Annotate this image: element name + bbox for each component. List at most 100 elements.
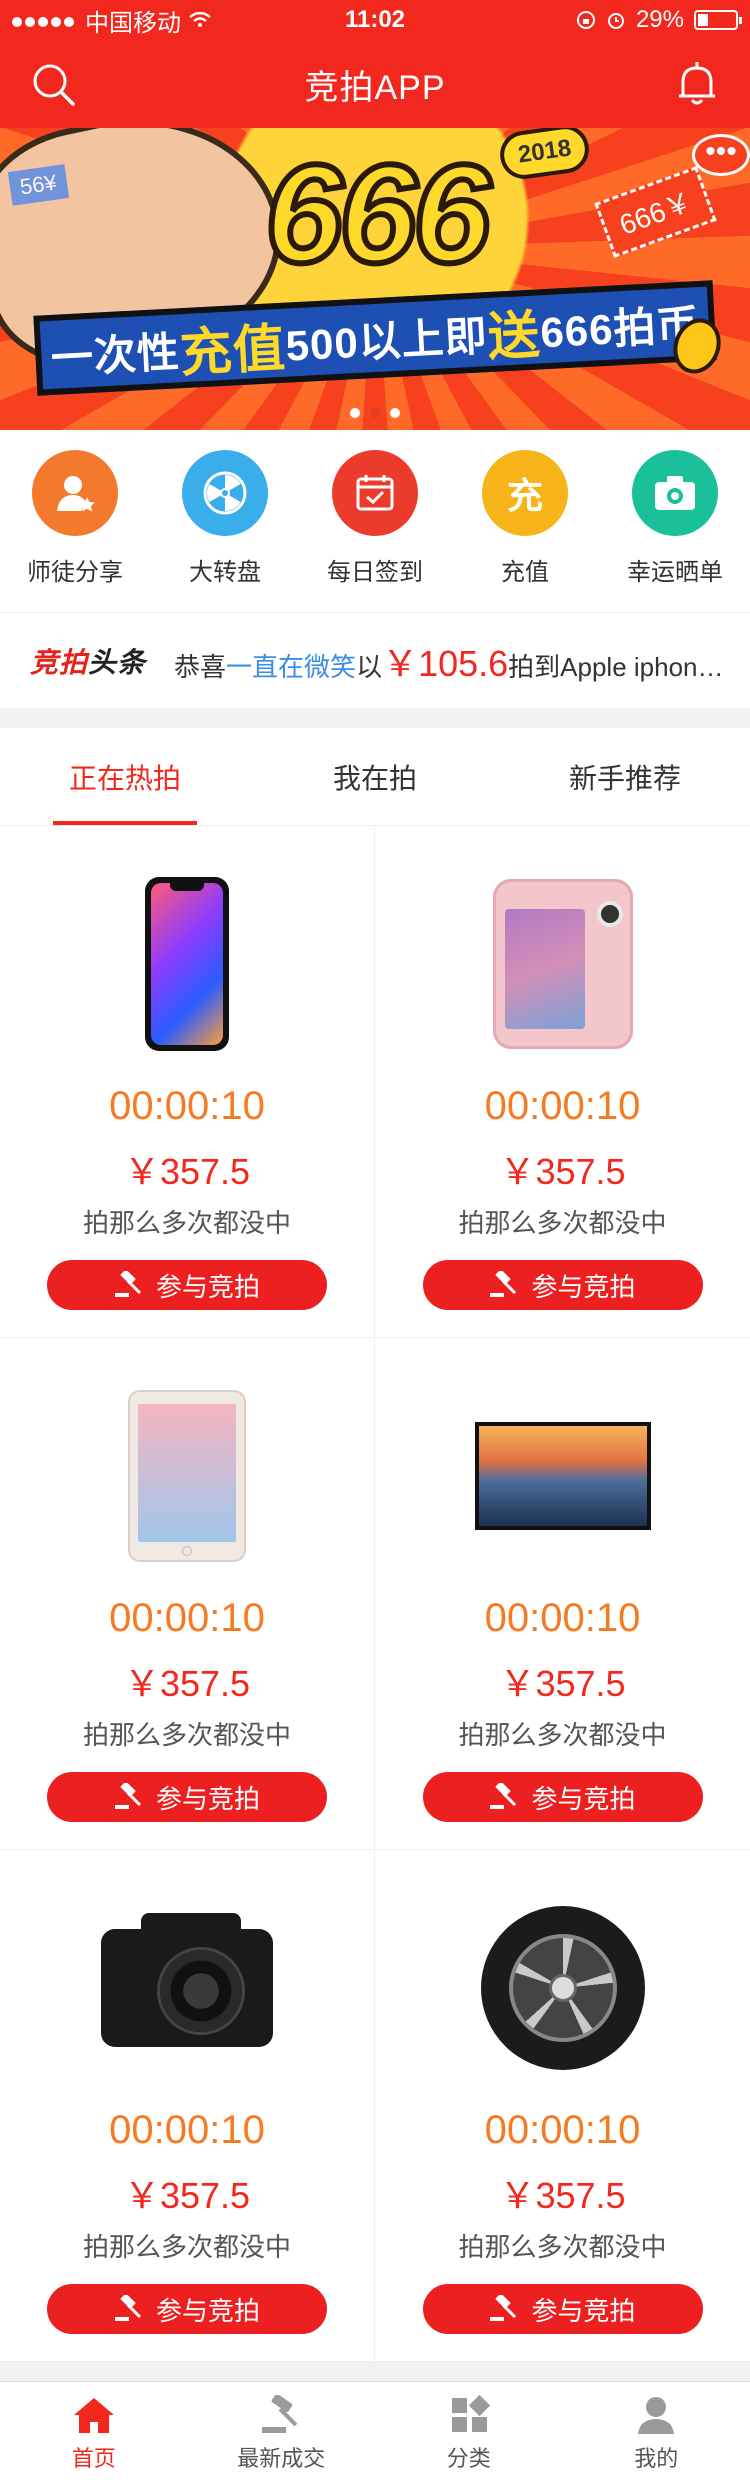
tabbar-latest-deals[interactable]: 最新成交	[188, 2382, 376, 2485]
news-ticker[interactable]: 竞拍头条 恭喜一直在微笑以￥105.6拍到Apple iphone X	[0, 612, 750, 708]
product-card[interactable]: 00:00:10 ￥357.5 拍那么多次都没中 参与竞拍	[375, 826, 750, 1338]
product-card[interactable]: 00:00:10 ￥357.5 拍那么多次都没中 参与竞拍	[375, 1338, 750, 1850]
status-bar: 中国移动 11:02 29%	[0, 0, 750, 40]
tabbar-profile[interactable]: 我的	[563, 2382, 750, 2485]
gavel-icon	[490, 1271, 517, 1297]
bid-button-label: 参与竞拍	[155, 1783, 260, 1814]
wifi-icon	[189, 12, 211, 27]
tab-my-bidding[interactable]: 我在拍	[250, 728, 500, 825]
menu-item-showcase[interactable]: 幸运晒单	[600, 450, 750, 587]
gavel-icon	[262, 2394, 298, 2433]
banner-pager[interactable]	[0, 408, 750, 418]
product-card[interactable]: 00:00:10 ￥357.5 拍那么多次都没中 参与竞拍	[0, 1338, 375, 1850]
tabbar-label: 我的	[634, 2445, 679, 2471]
battery-percent: 29%	[635, 6, 684, 33]
product-grid: 00:00:10 ￥357.5 拍那么多次都没中 参与竞拍 00:00:10 ￥…	[0, 826, 750, 2362]
carrier-label: 中国移动	[85, 9, 181, 37]
countdown-timer: 00:00:10	[484, 1084, 641, 1128]
bid-button-label: 参与竞拍	[531, 1783, 636, 1814]
news-logo-part: 头条	[88, 646, 147, 678]
bid-button[interactable]: 参与竞拍	[47, 1772, 327, 1822]
product-image-iphone[interactable]	[0, 864, 374, 1064]
product-price: ￥357.5	[123, 2175, 251, 2216]
status-time: 11:02	[344, 6, 406, 33]
countdown-timer: 00:00:10	[109, 1596, 265, 1640]
news-text: 恭喜一直在微笑以￥105.6拍到Apple iphone X	[174, 635, 734, 687]
nav-bar: 竞拍APP	[0, 40, 750, 128]
menu-label: 大转盘	[189, 559, 261, 586]
menu-label: 充值	[501, 559, 549, 586]
category-tabs: 正在热拍 我在拍 新手推荐	[0, 728, 750, 826]
slogan-highlight: 送	[486, 305, 543, 367]
menu-item-checkin[interactable]: 每日签到	[300, 450, 450, 587]
product-image-ipad[interactable]	[0, 1376, 374, 1576]
gavel-icon	[490, 2295, 517, 2321]
slogan-part: 500以上即	[284, 311, 489, 370]
calendar-check-icon	[332, 450, 418, 536]
gavel-icon	[490, 1783, 517, 1809]
product-desc: 拍那么多次都没中	[458, 2232, 667, 2262]
bid-button[interactable]: 参与竞拍	[422, 1772, 703, 1822]
product-desc: 拍那么多次都没中	[82, 1720, 291, 1750]
product-image-tire[interactable]	[375, 1888, 750, 2088]
wheel-icon	[182, 450, 268, 536]
search-icon[interactable]	[28, 59, 78, 109]
gavel-icon	[114, 2295, 142, 2321]
camera-icon	[632, 450, 718, 536]
tabbar-label: 首页	[71, 2445, 116, 2471]
profile-icon	[638, 2396, 675, 2434]
product-price: ￥357.5	[499, 1663, 626, 1704]
pager-dot-active[interactable]	[370, 408, 380, 418]
product-price: ￥357.5	[123, 1151, 251, 1192]
product-image-camera[interactable]	[0, 1888, 374, 2088]
bell-icon[interactable]	[672, 59, 722, 109]
menu-label: 幸运晒单	[627, 559, 723, 586]
lock-rotation-icon	[576, 11, 595, 29]
tabbar-label: 分类	[446, 2445, 491, 2471]
pager-dot[interactable]	[390, 408, 400, 418]
promo-banner[interactable]: 56¥ 666 2018 ••• 666￥ 一次性 充值 500以上即 送 66…	[0, 128, 750, 430]
news-logo: 竞拍头条	[30, 641, 146, 681]
bid-button-label: 参与竞拍	[155, 1271, 260, 1302]
product-card[interactable]: 00:00:10 ￥357.5 拍那么多次都没中 参与竞拍	[0, 826, 375, 1338]
menu-item-recharge[interactable]: 充 充值	[450, 450, 600, 587]
banner-year: 2018	[497, 128, 593, 182]
battery-icon	[694, 10, 742, 30]
user-star-icon	[32, 450, 118, 536]
product-image-tv[interactable]	[375, 1376, 750, 1576]
menu-item-wheel[interactable]: 大转盘	[150, 450, 300, 587]
bid-button[interactable]: 参与竞拍	[422, 1260, 703, 1310]
tabbar-home[interactable]: 首页	[0, 2382, 188, 2485]
product-desc: 拍那么多次都没中	[82, 1208, 291, 1238]
recharge-icon: 充	[482, 450, 568, 536]
slogan-highlight: 充值	[178, 319, 288, 383]
product-image-pink-phone[interactable]	[375, 864, 750, 1064]
product-price: ￥357.5	[499, 2175, 626, 2216]
countdown-timer: 00:00:10	[484, 2108, 641, 2152]
bid-button[interactable]: 参与竞拍	[422, 2284, 703, 2334]
pager-dot[interactable]	[350, 408, 360, 418]
tab-newbie[interactable]: 新手推荐	[500, 728, 750, 825]
news-suffix: 拍到Apple iphone X	[508, 651, 735, 682]
product-price: ￥357.5	[123, 1663, 251, 1704]
bid-button[interactable]: 参与竞拍	[47, 2284, 327, 2334]
bid-button-label: 参与竞拍	[155, 2295, 260, 2326]
recharge-glyph: 充	[506, 475, 543, 516]
product-desc: 拍那么多次都没中	[458, 1208, 667, 1238]
menu-item-share[interactable]: 师徒分享	[0, 450, 150, 587]
product-card[interactable]: 00:00:10 ￥357.5 拍那么多次都没中 参与竞拍	[375, 1850, 750, 2362]
bid-button[interactable]: 参与竞拍	[47, 1260, 327, 1310]
news-prefix: 恭喜	[174, 651, 227, 682]
product-card[interactable]: 00:00:10 ￥357.5 拍那么多次都没中 参与竞拍	[0, 1850, 375, 2362]
tabbar-category[interactable]: 分类	[375, 2382, 563, 2485]
bid-button-label: 参与竞拍	[531, 1271, 636, 1302]
news-logo-part: 竞拍	[30, 646, 89, 678]
slogan-part: 一次性	[49, 327, 182, 382]
quick-menu: 师徒分享 大转盘 每日签到 充 充值 幸运晒单	[0, 430, 750, 612]
home-icon	[73, 2397, 114, 2433]
tabbar-label: 最新成交	[237, 2445, 326, 2471]
countdown-timer: 00:00:10	[109, 2108, 265, 2152]
bottom-tab-bar: 首页 最新成交 分类 我的	[0, 2381, 750, 2485]
tab-hot-auction[interactable]: 正在热拍	[0, 728, 250, 825]
signal-icon	[12, 6, 77, 34]
